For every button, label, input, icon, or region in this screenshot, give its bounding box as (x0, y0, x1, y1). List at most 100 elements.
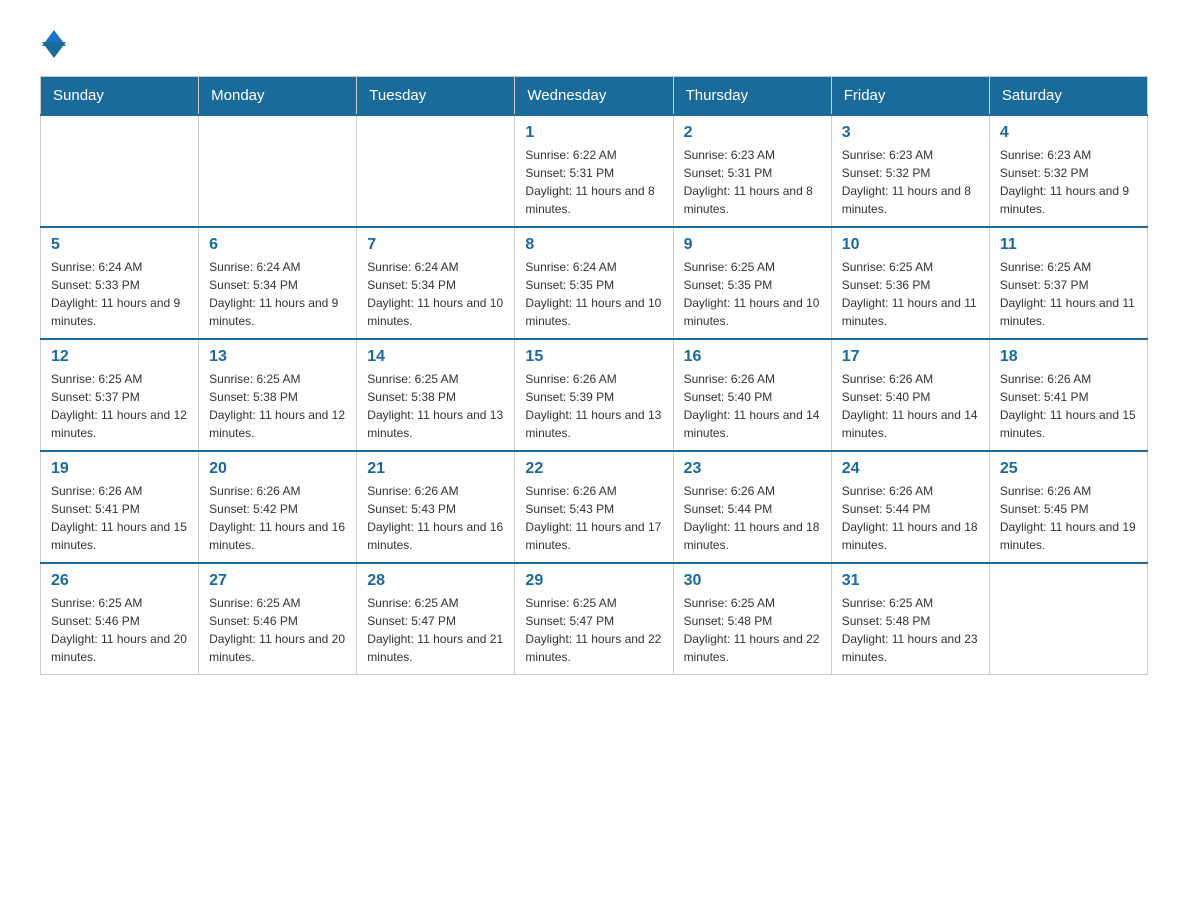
calendar-cell: 23 Sunrise: 6:26 AMSunset: 5:44 PMDayligh… (673, 451, 831, 563)
day-info: Sunrise: 6:25 AMSunset: 5:38 PMDaylight:… (209, 370, 346, 442)
calendar-cell (41, 115, 199, 227)
weekday-header-sunday: Sunday (41, 77, 199, 116)
calendar-cell: 20 Sunrise: 6:26 AMSunset: 5:42 PMDayligh… (199, 451, 357, 563)
week-row-4: 19Sunrise: 6:26 AMSunset: 5:41 PMDayligh… (41, 451, 1148, 563)
day-number: 12 (51, 348, 188, 366)
logo (40, 30, 66, 56)
day-info: Sunrise: 6:24 AMSunset: 5:34 PMDaylight:… (367, 258, 504, 330)
calendar-cell: 19Sunrise: 6:26 AMSunset: 5:41 PMDayligh… (41, 451, 199, 563)
week-row-5: 26 Sunrise: 6:25 AMSunset: 5:46 PMDayligh… (41, 563, 1148, 675)
day-number: 3 (842, 124, 979, 142)
day-number: 25 (1000, 460, 1137, 478)
calendar-cell: 22 Sunrise: 6:26 AMSunset: 5:43 PMDayligh… (515, 451, 673, 563)
day-info: Sunrise: 6:26 AMSunset: 5:45 PMDaylight:… (1000, 482, 1137, 554)
week-row-3: 12 Sunrise: 6:25 AMSunset: 5:37 PMDayligh… (41, 339, 1148, 451)
calendar-table: SundayMondayTuesdayWednesdayThursdayFrid… (40, 76, 1148, 675)
page-header (40, 30, 1148, 56)
day-info: Sunrise: 6:26 AMSunset: 5:41 PMDaylight:… (51, 482, 188, 554)
calendar-cell: 25 Sunrise: 6:26 AMSunset: 5:45 PMDayligh… (989, 451, 1147, 563)
calendar-cell: 6Sunrise: 6:24 AMSunset: 5:34 PMDaylight… (199, 227, 357, 339)
day-info: Sunrise: 6:25 AMSunset: 5:47 PMDaylight:… (367, 594, 504, 666)
day-number: 15 (525, 348, 662, 366)
day-info: Sunrise: 6:26 AMSunset: 5:40 PMDaylight:… (684, 370, 821, 442)
day-number: 7 (367, 236, 504, 254)
calendar-cell: 3 Sunrise: 6:23 AMSunset: 5:32 PMDaylight… (831, 115, 989, 227)
day-number: 31 (842, 572, 979, 590)
calendar-cell: 13 Sunrise: 6:25 AMSunset: 5:38 PMDayligh… (199, 339, 357, 451)
day-info: Sunrise: 6:24 AMSunset: 5:34 PMDaylight:… (209, 258, 346, 330)
day-number: 28 (367, 572, 504, 590)
day-number: 1 (525, 124, 662, 142)
calendar-cell: 11Sunrise: 6:25 AMSunset: 5:37 PMDayligh… (989, 227, 1147, 339)
calendar-cell: 28 Sunrise: 6:25 AMSunset: 5:47 PMDayligh… (357, 563, 515, 675)
day-info: Sunrise: 6:26 AMSunset: 5:43 PMDaylight:… (367, 482, 504, 554)
day-number: 2 (684, 124, 821, 142)
day-info: Sunrise: 6:25 AMSunset: 5:36 PMDaylight:… (842, 258, 979, 330)
calendar-cell: 27 Sunrise: 6:25 AMSunset: 5:46 PMDayligh… (199, 563, 357, 675)
calendar-cell: 2 Sunrise: 6:23 AMSunset: 5:31 PMDaylight… (673, 115, 831, 227)
day-number: 18 (1000, 348, 1137, 366)
day-number: 30 (684, 572, 821, 590)
weekday-header-monday: Monday (199, 77, 357, 116)
calendar-cell: 10Sunrise: 6:25 AMSunset: 5:36 PMDayligh… (831, 227, 989, 339)
day-info: Sunrise: 6:26 AMSunset: 5:44 PMDaylight:… (684, 482, 821, 554)
calendar-cell: 30Sunrise: 6:25 AMSunset: 5:48 PMDayligh… (673, 563, 831, 675)
calendar-cell: 8 Sunrise: 6:24 AMSunset: 5:35 PMDaylight… (515, 227, 673, 339)
calendar-cell: 9Sunrise: 6:25 AMSunset: 5:35 PMDaylight… (673, 227, 831, 339)
calendar-cell: 18 Sunrise: 6:26 AMSunset: 5:41 PMDayligh… (989, 339, 1147, 451)
day-number: 16 (684, 348, 821, 366)
day-number: 21 (367, 460, 504, 478)
calendar-cell (989, 563, 1147, 675)
day-number: 23 (684, 460, 821, 478)
calendar-cell: 29Sunrise: 6:25 AMSunset: 5:47 PMDayligh… (515, 563, 673, 675)
day-info: Sunrise: 6:22 AMSunset: 5:31 PMDaylight:… (525, 146, 662, 218)
day-number: 8 (525, 236, 662, 254)
day-info: Sunrise: 6:26 AMSunset: 5:41 PMDaylight:… (1000, 370, 1137, 442)
weekday-header-saturday: Saturday (989, 77, 1147, 116)
calendar-cell: 17 Sunrise: 6:26 AMSunset: 5:40 PMDayligh… (831, 339, 989, 451)
calendar-cell (357, 115, 515, 227)
day-info: Sunrise: 6:24 AMSunset: 5:33 PMDaylight:… (51, 258, 188, 330)
day-info: Sunrise: 6:25 AMSunset: 5:37 PMDaylight:… (51, 370, 188, 442)
day-number: 9 (684, 236, 821, 254)
day-info: Sunrise: 6:25 AMSunset: 5:38 PMDaylight:… (367, 370, 504, 442)
day-info: Sunrise: 6:26 AMSunset: 5:40 PMDaylight:… (842, 370, 979, 442)
day-info: Sunrise: 6:25 AMSunset: 5:37 PMDaylight:… (1000, 258, 1137, 330)
calendar-cell: 7 Sunrise: 6:24 AMSunset: 5:34 PMDaylight… (357, 227, 515, 339)
day-number: 26 (51, 572, 188, 590)
day-number: 14 (367, 348, 504, 366)
day-number: 24 (842, 460, 979, 478)
day-info: Sunrise: 6:23 AMSunset: 5:31 PMDaylight:… (684, 146, 821, 218)
day-number: 13 (209, 348, 346, 366)
weekday-header-thursday: Thursday (673, 77, 831, 116)
calendar-cell (199, 115, 357, 227)
day-info: Sunrise: 6:26 AMSunset: 5:42 PMDaylight:… (209, 482, 346, 554)
calendar-cell: 1 Sunrise: 6:22 AMSunset: 5:31 PMDaylight… (515, 115, 673, 227)
day-number: 27 (209, 572, 346, 590)
day-info: Sunrise: 6:25 AMSunset: 5:47 PMDaylight:… (525, 594, 662, 666)
day-info: Sunrise: 6:26 AMSunset: 5:44 PMDaylight:… (842, 482, 979, 554)
day-number: 20 (209, 460, 346, 478)
calendar-cell: 15Sunrise: 6:26 AMSunset: 5:39 PMDayligh… (515, 339, 673, 451)
day-number: 4 (1000, 124, 1137, 142)
calendar-cell: 12 Sunrise: 6:25 AMSunset: 5:37 PMDayligh… (41, 339, 199, 451)
day-info: Sunrise: 6:25 AMSunset: 5:48 PMDaylight:… (842, 594, 979, 666)
week-row-2: 5Sunrise: 6:24 AMSunset: 5:33 PMDaylight… (41, 227, 1148, 339)
day-info: Sunrise: 6:25 AMSunset: 5:46 PMDaylight:… (209, 594, 346, 666)
calendar-cell: 14 Sunrise: 6:25 AMSunset: 5:38 PMDayligh… (357, 339, 515, 451)
weekday-header-friday: Friday (831, 77, 989, 116)
calendar-cell: 16 Sunrise: 6:26 AMSunset: 5:40 PMDayligh… (673, 339, 831, 451)
week-row-1: 1 Sunrise: 6:22 AMSunset: 5:31 PMDaylight… (41, 115, 1148, 227)
day-info: Sunrise: 6:25 AMSunset: 5:46 PMDaylight:… (51, 594, 188, 666)
calendar-cell: 26 Sunrise: 6:25 AMSunset: 5:46 PMDayligh… (41, 563, 199, 675)
day-info: Sunrise: 6:23 AMSunset: 5:32 PMDaylight:… (1000, 146, 1137, 218)
weekday-header-tuesday: Tuesday (357, 77, 515, 116)
day-number: 17 (842, 348, 979, 366)
day-number: 22 (525, 460, 662, 478)
calendar-cell: 4 Sunrise: 6:23 AMSunset: 5:32 PMDaylight… (989, 115, 1147, 227)
day-info: Sunrise: 6:26 AMSunset: 5:43 PMDaylight:… (525, 482, 662, 554)
day-info: Sunrise: 6:23 AMSunset: 5:32 PMDaylight:… (842, 146, 979, 218)
calendar-cell: 24 Sunrise: 6:26 AMSunset: 5:44 PMDayligh… (831, 451, 989, 563)
calendar-cell: 5Sunrise: 6:24 AMSunset: 5:33 PMDaylight… (41, 227, 199, 339)
day-info: Sunrise: 6:24 AMSunset: 5:35 PMDaylight:… (525, 258, 662, 330)
